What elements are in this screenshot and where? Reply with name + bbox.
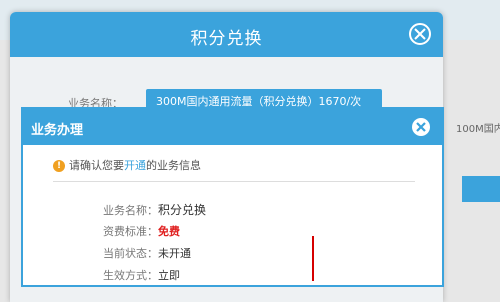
background-side-text: 100M国内 [456, 124, 500, 135]
notice-highlight: 开通 [124, 159, 146, 172]
info-row-effect: 生效方式：立即 [103, 267, 180, 283]
warning-icon: ! [53, 160, 65, 172]
notice-prefix: 请确认您要 [69, 159, 124, 172]
business-process-dialog: 业务办理 ! 请确认您要开通的业务信息 业务名称：积分兑换 资费标准：免费 当前状… [21, 107, 444, 287]
info-label: 生效方式： [103, 269, 158, 282]
outer-dialog-title: 积分兑换 [190, 29, 263, 49]
notice-suffix: 的业务信息 [146, 159, 201, 172]
info-label: 业务名称： [103, 204, 158, 217]
info-value: 免费 [158, 225, 180, 238]
inner-close-button[interactable] [412, 118, 430, 136]
background-side-button[interactable] [462, 176, 500, 202]
info-value: 未开通 [158, 247, 191, 260]
info-label: 资费标准： [103, 225, 158, 238]
divider [53, 181, 415, 182]
info-value: 积分兑换 [158, 203, 207, 217]
outer-close-button[interactable] [409, 23, 431, 45]
outer-dialog-header: 积分兑换 [10, 12, 443, 57]
info-value: 立即 [158, 269, 180, 282]
inner-dialog-title: 业务办理 [31, 123, 84, 138]
info-row-price: 资费标准：免费 [103, 223, 180, 239]
info-label: 当前状态： [103, 247, 158, 260]
confirm-notice: ! 请确认您要开通的业务信息 [53, 157, 201, 173]
close-icon [414, 28, 426, 40]
info-row-status: 当前状态：未开通 [103, 245, 191, 261]
info-row-name: 业务名称：积分兑换 [103, 201, 206, 218]
annotation-arrow [312, 236, 314, 281]
inner-dialog-header: 业务办理 [23, 109, 442, 145]
close-icon [416, 122, 426, 132]
